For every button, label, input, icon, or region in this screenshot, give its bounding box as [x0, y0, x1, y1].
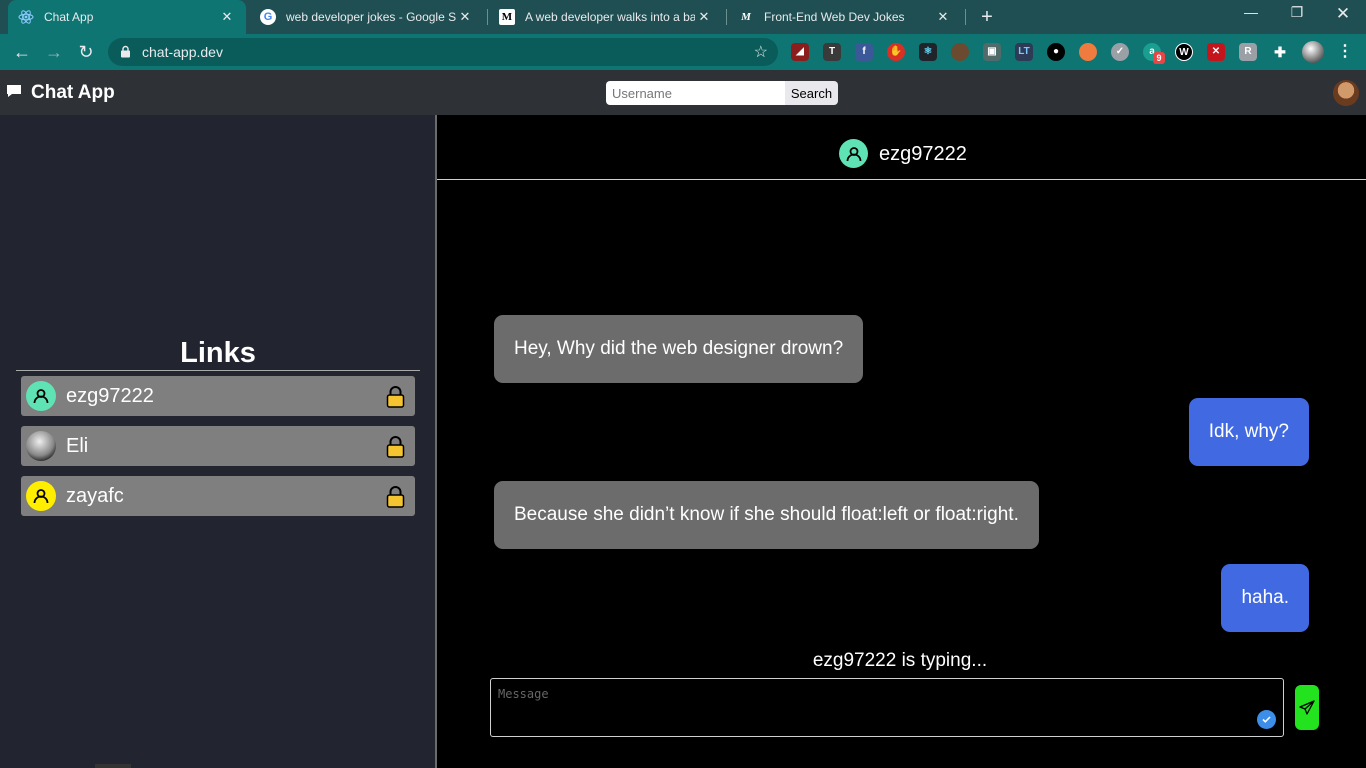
- extension-icon[interactable]: [951, 43, 969, 61]
- tab-google-search[interactable]: G web developer jokes - Google Se ✕: [250, 0, 484, 34]
- message-outgoing: haha.: [1221, 564, 1309, 632]
- react-devtools-icon[interactable]: ⚛: [919, 43, 937, 61]
- new-tab-button[interactable]: +: [976, 6, 998, 28]
- extension-icon[interactable]: LT: [1015, 43, 1033, 61]
- forward-icon[interactable]: →: [43, 41, 65, 63]
- menu-dots-icon[interactable]: ⋮: [1336, 43, 1354, 61]
- facebook-icon[interactable]: f: [855, 43, 873, 61]
- extension-icon[interactable]: W: [1175, 43, 1193, 61]
- username-search-input[interactable]: [606, 81, 786, 105]
- url-text: chat-app.dev: [142, 44, 223, 60]
- browser-tab-bar: Chat App ✕ G web developer jokes - Googl…: [0, 0, 1366, 34]
- lock-icon: [121, 45, 130, 58]
- extension-icon[interactable]: ✋: [887, 43, 905, 61]
- tab-title: Chat App: [44, 10, 94, 24]
- github-icon[interactable]: ●: [1047, 43, 1065, 61]
- window-close-icon[interactable]: ✕: [1328, 4, 1358, 24]
- divider: [16, 370, 420, 371]
- contact-item-eli[interactable]: Eli: [21, 426, 415, 466]
- address-bar[interactable]: chat-app.dev ☆: [108, 38, 778, 66]
- app-header: Chat App Search: [0, 70, 1366, 115]
- sidebar-title: Links: [180, 337, 256, 369]
- extension-icon[interactable]: ▣: [983, 43, 1001, 61]
- chat-header: ezg97222: [437, 115, 1366, 180]
- extension-icon[interactable]: ✓: [1111, 43, 1129, 61]
- puzzle-icon[interactable]: ✚: [1271, 43, 1289, 61]
- medium-m-icon: M: [741, 11, 751, 23]
- medium-icon: M: [499, 9, 515, 25]
- extension-icon[interactable]: ◢: [791, 43, 809, 61]
- contact-item-zayafc[interactable]: zayafc: [21, 476, 415, 516]
- contact-name: ezg97222: [66, 385, 154, 407]
- app-title: Chat App: [31, 82, 115, 103]
- user-icon: [26, 481, 56, 511]
- search-button[interactable]: Search: [785, 81, 838, 105]
- typing-indicator: ezg97222 is typing...: [812, 650, 988, 671]
- chat-panel: ezg97222 Hey, Why did the web designer d…: [437, 115, 1366, 768]
- lock-icon: [386, 436, 405, 458]
- user-icon: [839, 139, 868, 168]
- send-button[interactable]: [1295, 685, 1319, 730]
- close-icon[interactable]: ✕: [695, 9, 713, 25]
- message-input[interactable]: [490, 678, 1284, 737]
- google-icon: G: [260, 9, 276, 25]
- contact-name: zayafc: [66, 485, 124, 507]
- extension-icon[interactable]: R: [1239, 43, 1257, 61]
- avatar: [26, 431, 56, 461]
- tab-medium-article[interactable]: M A web developer walks into a bar ✕: [489, 0, 723, 34]
- message-outgoing: Idk, why?: [1188, 398, 1309, 466]
- scrollbar-handle[interactable]: [95, 764, 131, 768]
- message-incoming: Hey, Why did the web designer drown?: [494, 315, 864, 383]
- close-icon[interactable]: ✕: [456, 9, 474, 25]
- user-avatar[interactable]: [1333, 80, 1359, 106]
- tab-title: web developer jokes - Google Se: [286, 10, 456, 24]
- chat-recipient-name: ezg97222: [879, 143, 967, 165]
- close-icon[interactable]: ✕: [218, 9, 236, 25]
- close-icon[interactable]: ✕: [934, 9, 952, 25]
- message-incoming: Because she didn’t know if she should fl…: [494, 481, 1039, 549]
- restore-icon[interactable]: ❐: [1282, 4, 1312, 21]
- tab-separator: [487, 9, 488, 25]
- tab-front-end-jokes[interactable]: M Front-End Web Dev Jokes ✕: [728, 0, 962, 34]
- user-icon: [26, 381, 56, 411]
- back-icon[interactable]: ←: [11, 41, 33, 63]
- reload-icon[interactable]: ↻: [75, 41, 97, 63]
- grammar-check-icon[interactable]: [1257, 710, 1276, 729]
- tab-title: Front-End Web Dev Jokes: [764, 10, 905, 24]
- minimize-icon[interactable]: —: [1236, 4, 1266, 20]
- extension-icon[interactable]: [1079, 43, 1097, 61]
- tab-title: A web developer walks into a bar: [525, 10, 695, 24]
- lock-icon: [386, 386, 405, 408]
- extension-icon[interactable]: ✕: [1207, 43, 1225, 61]
- extension-icon[interactable]: T: [823, 43, 841, 61]
- sidebar: Links ezg97222 Eli zayafc: [0, 115, 436, 768]
- profile-icon[interactable]: [1302, 41, 1324, 63]
- tab-separator: [965, 9, 966, 25]
- tab-separator: [726, 9, 727, 25]
- send-icon: [1299, 699, 1315, 715]
- browser-toolbar: ← → ↻ chat-app.dev ☆ ◢ T f ✋ ⚛ ▣ LT ● ✓ …: [0, 34, 1366, 70]
- react-icon: [18, 9, 34, 25]
- chat-bubble-icon: [7, 85, 21, 97]
- contact-name: Eli: [66, 435, 89, 457]
- contact-item-ezg97222[interactable]: ezg97222: [21, 376, 415, 416]
- notification-badge: 9: [1153, 52, 1165, 64]
- tab-chat-app[interactable]: Chat App ✕: [8, 0, 246, 34]
- lock-icon: [386, 486, 405, 508]
- bookmark-star-icon[interactable]: ☆: [754, 42, 768, 62]
